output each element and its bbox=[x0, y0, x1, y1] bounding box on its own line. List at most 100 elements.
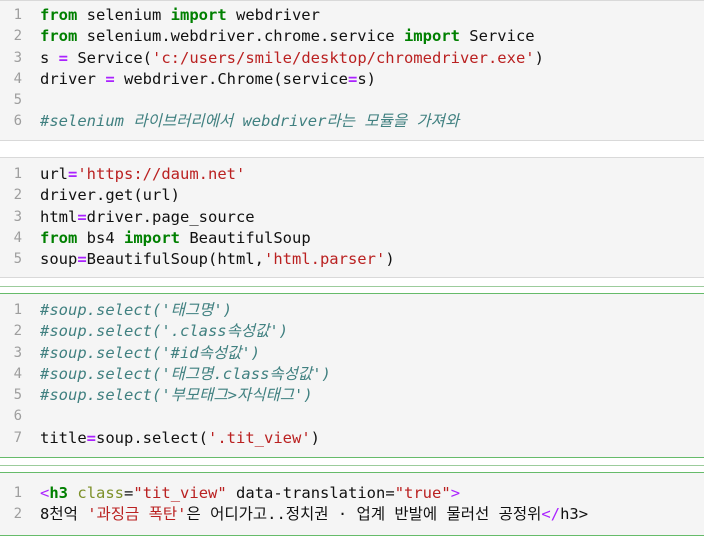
code-token: = bbox=[347, 69, 358, 88]
code-token: webdriver.Chrome(service bbox=[114, 69, 348, 88]
code-text: title=soup.select('.tit_view') bbox=[40, 428, 320, 449]
code-token: import bbox=[124, 228, 180, 247]
code-line[interactable]: 6 #selenium 라이브러리에서 webdriver라는 모듈을 가져와 bbox=[0, 111, 704, 132]
code-token: html bbox=[40, 207, 78, 226]
code-token: import bbox=[403, 27, 460, 46]
code-token: Service bbox=[459, 27, 535, 46]
code-token: bs4 bbox=[77, 228, 124, 247]
code-token: '과징금 폭탄' bbox=[87, 505, 187, 524]
code-token: BeautifulSoup(html, bbox=[86, 250, 264, 269]
code-token: webdriver bbox=[226, 6, 320, 24]
code-token: title bbox=[40, 428, 87, 447]
code-token: 은 어디가고..정치권 · 업계 반발에 물러선 공정위 bbox=[186, 505, 542, 524]
code-token: driver.page_source bbox=[86, 207, 255, 226]
code-text: soup=BeautifulSoup(html,'html.parser') bbox=[40, 249, 395, 270]
code-token: 'html.parser' bbox=[263, 250, 386, 269]
code-text: <h3 class="tit_view" data-translation="t… bbox=[40, 483, 460, 504]
code-token: from bbox=[40, 228, 78, 247]
code-line[interactable]: 3 html=driver.page_source bbox=[0, 207, 704, 228]
code-token: "true" bbox=[394, 484, 451, 502]
code-text: #soup.select('태그명') bbox=[40, 300, 232, 321]
code-token: class bbox=[77, 484, 125, 502]
code-token: #selenium 라이브러리에서 webdriver라는 모듈을 가져와 bbox=[40, 112, 460, 131]
code-token: #soup.select('태그명.class속성값') bbox=[40, 364, 331, 383]
code-text: s = Service('c:/users/smile/desktop/chro… bbox=[40, 48, 544, 69]
code-token: '.tit_view' bbox=[208, 428, 311, 447]
code-line[interactable]: 1 url='https://daum.net' bbox=[0, 164, 704, 185]
code-cell-1[interactable]: 1 from selenium import webdriver 2 from sel… bbox=[0, 0, 704, 141]
cell-separator bbox=[0, 465, 704, 466]
line-number: 4 bbox=[13, 229, 22, 246]
line-number: 3 bbox=[13, 49, 22, 66]
line-number: 6 bbox=[13, 408, 22, 425]
code-token: from bbox=[40, 27, 78, 46]
code-token: ) bbox=[310, 428, 320, 447]
code-token: "tit_view" bbox=[133, 484, 227, 502]
code-cell-4[interactable]: 1 <h3 class="tit_view" data-translation="… bbox=[0, 472, 704, 536]
line-number: 2 bbox=[13, 323, 22, 340]
code-line[interactable]: 3 s = Service('c:/users/smile/desktop/chr… bbox=[0, 48, 704, 69]
code-token: from bbox=[40, 6, 78, 24]
code-line[interactable]: 6 bbox=[0, 406, 704, 427]
notebook-page: 1 from selenium import webdriver 2 from sel… bbox=[0, 0, 704, 536]
code-text: #soup.select('#id속성값') bbox=[40, 343, 260, 364]
code-line[interactable]: 5 soup=BeautifulSoup(html,'html.parser') bbox=[0, 249, 704, 270]
code-text: driver = webdriver.Chrome(service=s) bbox=[40, 69, 376, 90]
line-number: 5 bbox=[13, 251, 22, 268]
line-number: 6 bbox=[13, 113, 22, 130]
code-token: = bbox=[77, 250, 87, 269]
line-number: 5 bbox=[13, 387, 22, 404]
code-text: html=driver.page_source bbox=[40, 207, 255, 228]
code-token: #soup.select('태그명') bbox=[40, 301, 233, 319]
code-cell-2[interactable]: 1 url='https://daum.net' 2 driver.get(url) 3… bbox=[0, 157, 704, 278]
code-line[interactable]: 3 #soup.select('#id속성값') bbox=[0, 343, 704, 364]
code-token: soup bbox=[40, 250, 78, 269]
code-line[interactable]: 5 #soup.select('부모태그>자식태그') bbox=[0, 385, 704, 406]
line-number: 5 bbox=[13, 92, 22, 109]
line-number: 1 bbox=[13, 485, 22, 501]
line-number: 2 bbox=[13, 28, 22, 45]
code-line[interactable]: 2 #soup.select('.class속성값') bbox=[0, 321, 704, 342]
code-token: </ bbox=[541, 505, 561, 524]
line-number: 3 bbox=[13, 344, 22, 361]
line-number: 1 bbox=[13, 166, 22, 182]
code-line[interactable]: 1 <h3 class="tit_view" data-translation="… bbox=[0, 483, 704, 504]
code-text: from bs4 import BeautifulSoup bbox=[40, 228, 311, 249]
code-token: s) bbox=[357, 69, 376, 88]
code-token: = bbox=[58, 48, 69, 67]
code-token: Service( bbox=[68, 48, 153, 67]
code-line[interactable]: 7 title=soup.select('.tit_view') bbox=[0, 428, 704, 449]
code-token: = bbox=[124, 484, 134, 502]
code-text: url='https://daum.net' bbox=[40, 164, 245, 185]
code-line[interactable]: 2 from selenium.webdriver.chrome.service … bbox=[0, 26, 704, 47]
code-token: selenium.webdriver.chrome.service bbox=[77, 27, 404, 46]
line-number: 7 bbox=[13, 429, 22, 446]
code-token: ) bbox=[534, 48, 544, 67]
code-token: = bbox=[105, 69, 115, 88]
code-token: = bbox=[77, 207, 87, 226]
code-text: #soup.select('부모태그>자식태그') bbox=[40, 385, 313, 406]
line-number: 4 bbox=[13, 70, 22, 87]
code-line[interactable]: 1 from selenium import webdriver bbox=[0, 5, 704, 26]
code-token: h3 bbox=[49, 484, 69, 502]
code-line[interactable]: 4 #soup.select('태그명.class속성값') bbox=[0, 364, 704, 385]
line-number: 4 bbox=[13, 365, 22, 382]
code-line[interactable]: 2 driver.get(url) bbox=[0, 185, 704, 206]
code-text: #soup.select('태그명.class속성값') bbox=[40, 364, 331, 385]
code-text: from selenium.webdriver.chrome.service i… bbox=[40, 26, 535, 47]
code-line[interactable]: 5 bbox=[0, 90, 704, 111]
code-line[interactable]: 4 from bs4 import BeautifulSoup bbox=[0, 228, 704, 249]
code-token: soup.select( bbox=[96, 428, 208, 447]
code-token: 'https://daum.net' bbox=[77, 165, 246, 183]
code-line[interactable]: 2 8천억 '과징금 폭탄'은 어디가고..정치권 · 업계 반발에 물러선 공정… bbox=[0, 504, 704, 525]
code-line[interactable]: 4 driver = webdriver.Chrome(service=s) bbox=[0, 69, 704, 90]
code-token: 'c:/users/smile/desktop/chromedriver.exe… bbox=[152, 48, 535, 67]
line-number: 3 bbox=[13, 208, 22, 225]
code-text: driver.get(url) bbox=[40, 185, 180, 206]
code-cell-3[interactable]: 1 #soup.select('태그명') 2 #soup.select('.clas… bbox=[0, 293, 704, 458]
code-token: = bbox=[68, 165, 78, 183]
code-token: ) bbox=[385, 250, 395, 269]
code-line[interactable]: 1 #soup.select('태그명') bbox=[0, 300, 704, 321]
code-token: selenium bbox=[77, 6, 171, 24]
